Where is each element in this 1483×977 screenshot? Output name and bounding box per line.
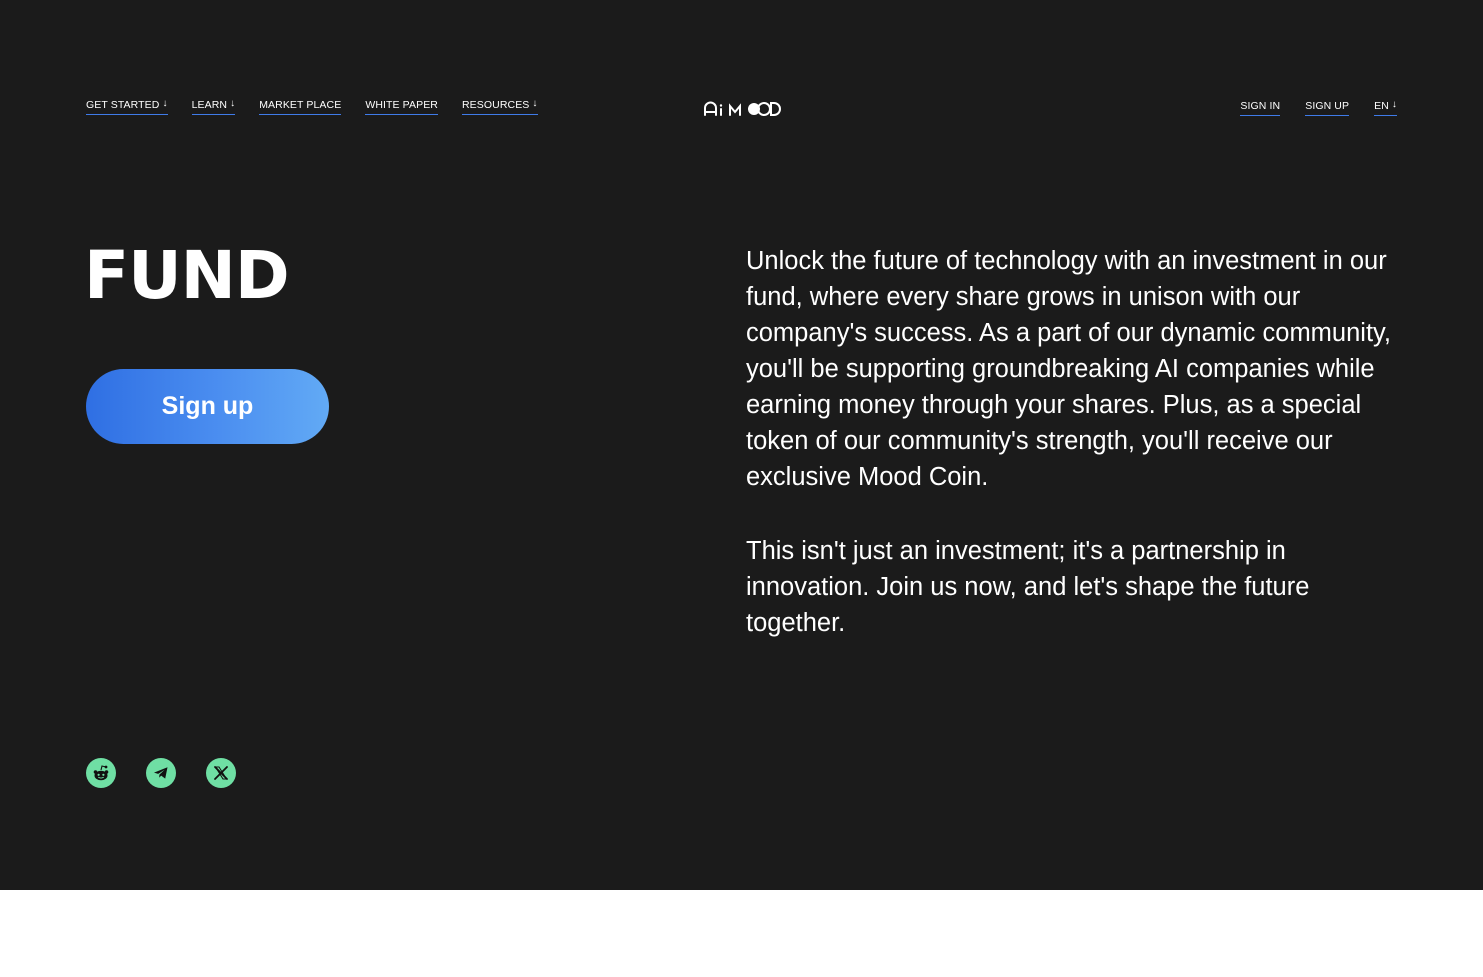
- arrow-down-icon: ↓: [1391, 99, 1397, 110]
- page: GET STARTED ↓ LEARN ↓ MARKET PLACE WHITE…: [0, 0, 1483, 977]
- x-link[interactable]: [206, 758, 236, 788]
- nav-learn[interactable]: LEARN ↓: [191, 98, 236, 115]
- nav-resources[interactable]: RESOURCES ↓: [461, 98, 538, 115]
- nav-get-started-label: GET STARTED: [86, 99, 160, 111]
- arrow-down-icon: ↓: [532, 98, 538, 109]
- reddit-icon: [93, 765, 109, 781]
- nav-market-place-label: MARKET PLACE: [259, 99, 342, 111]
- nav-white-paper[interactable]: WHITE PAPER: [365, 98, 438, 115]
- aimood-logo[interactable]: [703, 98, 783, 120]
- sign-in-link[interactable]: SIGN IN: [1240, 99, 1281, 116]
- sign-up-link[interactable]: SIGN UP: [1305, 99, 1350, 116]
- telegram-link[interactable]: [146, 758, 176, 788]
- nav-resources-label: RESOURCES: [461, 99, 530, 111]
- nav-get-started[interactable]: GET STARTED ↓: [86, 98, 168, 115]
- page-title: FUND: [84, 237, 290, 314]
- telegram-icon: [154, 767, 168, 779]
- nav-white-paper-label: WHITE PAPER: [365, 99, 438, 111]
- reddit-link[interactable]: [86, 758, 116, 788]
- arrow-down-icon: ↓: [162, 98, 168, 109]
- x-icon: [214, 766, 228, 780]
- arrow-down-icon: ↓: [230, 98, 236, 109]
- hero-paragraph-2: This isn't just an investment; it's a pa…: [746, 537, 1310, 637]
- social-links: [86, 758, 266, 788]
- language-selector[interactable]: EN ↓: [1374, 99, 1397, 116]
- account-nav: SIGN IN SIGN UP EN ↓: [1240, 99, 1397, 116]
- hero-description: Unlock the future of technology with an …: [746, 243, 1396, 641]
- nav-learn-label: LEARN: [191, 99, 228, 111]
- hero-paragraph-1: Unlock the future of technology with an …: [746, 247, 1391, 491]
- hero-section: GET STARTED ↓ LEARN ↓ MARKET PLACE WHITE…: [0, 0, 1483, 890]
- language-label: EN: [1374, 100, 1389, 112]
- main-nav: GET STARTED ↓ LEARN ↓ MARKET PLACE WHITE…: [86, 98, 538, 115]
- nav-market-place[interactable]: MARKET PLACE: [259, 98, 342, 115]
- logo-mark: [704, 101, 781, 116]
- signup-button[interactable]: Sign up: [86, 369, 329, 444]
